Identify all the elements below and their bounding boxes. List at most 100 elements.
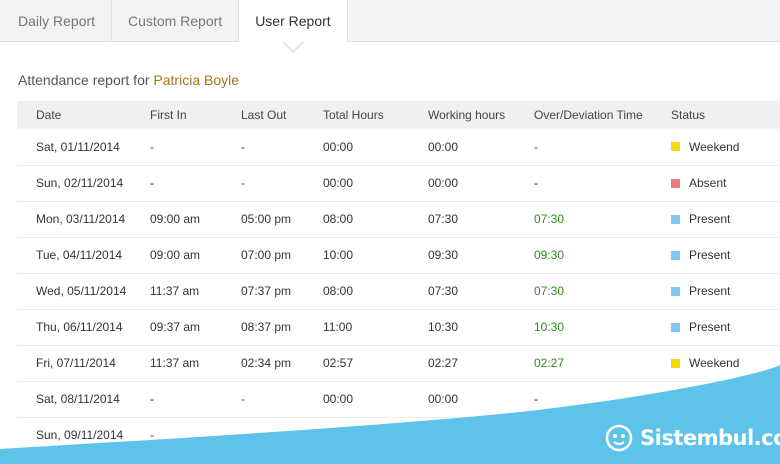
tab-label: Daily Report: [18, 12, 96, 29]
cell-total-hours: 00:00: [323, 139, 354, 154]
tab-label: User Report: [255, 13, 331, 29]
cell-total-hours: 02:57: [323, 356, 354, 370]
tab-custom-report[interactable]: Custom Report: [112, 0, 240, 41]
cell-total-hours: 00:00: [323, 428, 354, 442]
cell-last-out: 08:37 pm: [241, 320, 292, 334]
report-user-name: Patricia Boyle: [153, 72, 240, 88]
cell-status: Present: [671, 273, 780, 309]
status-label: Weekend: [689, 356, 740, 370]
table-row: Thu, 06/11/2014 09:37 am 08:37 pm 11:00 10:3…: [17, 309, 780, 345]
cell-status: Weekend: [671, 381, 780, 417]
cell-status: Weekend: [671, 129, 780, 165]
cell-date: Thu, 06/11/2014: [36, 320, 123, 334]
status-color-icon: [671, 394, 680, 404]
cell-working-hours: 07:30: [428, 212, 459, 226]
cell-date: Sat, 08/11/2014: [36, 392, 120, 406]
cell-deviation: -: [534, 139, 538, 154]
attendance-table: Date First In Last Out Total Hours Worki…: [17, 101, 780, 454]
cell-last-out: -: [241, 139, 245, 154]
status-color-icon: [671, 214, 680, 224]
status-label: Present: [689, 248, 731, 262]
brand-watermark-text: Sistembul.com: [640, 426, 780, 450]
status-color-icon: [671, 286, 680, 296]
report-tabs: Daily Report Custom Report User Report: [0, 0, 780, 53]
cell-working-hours: 02:27: [428, 356, 459, 370]
cell-last-out: -: [241, 392, 245, 406]
status-color-icon: [671, 142, 680, 152]
cell-first-in: -: [150, 176, 154, 190]
tab-daily-report[interactable]: Daily Report: [0, 0, 113, 41]
cell-total-hours: 08:00: [323, 284, 354, 298]
cell-total-hours: 08:00: [323, 212, 354, 226]
cell-last-out: 02:34 pm: [241, 356, 292, 370]
status-badge: Weekend: [671, 392, 780, 406]
cell-first-in: -: [150, 139, 154, 154]
column-header-last-out: Last Out: [241, 108, 287, 122]
status-color-icon: [671, 178, 680, 188]
status-label: Present: [689, 212, 731, 226]
status-badge: Present: [671, 248, 780, 262]
cell-deviation: -: [534, 392, 538, 406]
table-header-row: Date First In Last Out Total Hours Worki…: [17, 101, 780, 129]
column-header-status: Status: [671, 108, 706, 122]
cell-deviation: 07:30: [534, 212, 565, 226]
cell-first-in: 11:37 am: [150, 284, 200, 298]
column-header-date: Date: [36, 108, 62, 122]
status-label: Weekend: [689, 392, 740, 406]
cell-working-hours: 09:30: [428, 248, 459, 262]
cell-working-hours: 00:00: [428, 392, 459, 406]
cell-first-in: 09:00 am: [150, 248, 201, 262]
cell-deviation: 09:30: [534, 248, 565, 262]
cell-last-out: -: [241, 176, 245, 190]
table-row: Tue, 04/11/2014 09:00 am 07:00 pm 10:00 09:3…: [17, 237, 780, 273]
status-label: Weekend: [689, 139, 740, 154]
cell-first-in: 09:37 am: [150, 320, 201, 334]
cell-working-hours: 00:00: [428, 176, 459, 190]
cell-total-hours: 00:00: [323, 176, 354, 190]
cell-last-out: 07:37 pm: [241, 284, 292, 298]
cell-first-in: 09:00 am: [150, 212, 201, 226]
status-label: Absent: [689, 176, 727, 190]
tab-user-report[interactable]: User Report: [239, 0, 348, 53]
column-header-deviation: Over/Deviation Time: [534, 108, 643, 122]
cell-total-hours: 00:00: [323, 392, 354, 406]
cell-status: Present: [671, 309, 780, 345]
cell-date: Tue, 04/11/2014: [36, 248, 123, 262]
status-color-icon: [671, 358, 680, 368]
cell-deviation: 07:30: [534, 284, 565, 298]
cell-total-hours: 10:00: [323, 248, 354, 262]
status-badge: Absent: [671, 176, 780, 190]
cell-status: Absent: [671, 165, 780, 201]
cell-first-in: -: [150, 428, 154, 442]
cell-status: Present: [671, 237, 780, 273]
status-label: Present: [689, 284, 731, 298]
status-label: Present: [689, 320, 731, 334]
column-header-first-in: First In: [150, 108, 187, 122]
cell-date: Sat, 01/11/2014: [36, 139, 120, 154]
table-row: Wed, 05/11/2014 11:37 am 07:37 pm 08:00 07:3…: [17, 273, 780, 309]
status-badge: Present: [671, 284, 780, 298]
cell-working-hours: 07:30: [428, 284, 459, 298]
cell-working-hours: 00:00: [428, 139, 459, 154]
cell-working-hours: 10:30: [428, 320, 459, 334]
table-row: Fri, 07/11/2014 11:37 am 02:34 pm 02:57 02:2…: [17, 345, 780, 381]
cell-status: Weekend: [671, 345, 780, 381]
status-color-icon: [671, 322, 680, 332]
active-tab-caret-inner: [282, 41, 303, 51]
cell-last-out: 07:00 pm: [241, 248, 292, 262]
cell-deviation: -: [534, 176, 538, 190]
table-row: Mon, 03/11/2014 09:00 am 05:00 pm 08:00 07:3…: [17, 201, 780, 237]
cell-deviation: 02:27: [534, 356, 565, 370]
cell-date: Mon, 03/11/2014: [36, 212, 126, 226]
cell-first-in: -: [150, 392, 154, 406]
table-row: Sat, 01/11/2014 - - 00:00 00:00 - Weekend: [17, 129, 780, 165]
status-badge: Weekend: [671, 140, 780, 154]
report-title-prefix: Attendance report for: [18, 72, 150, 88]
cell-date: Sun, 02/11/2014: [36, 176, 124, 190]
status-badge: Weekend: [671, 356, 780, 370]
table-row: Sat, 08/11/2014 - - 00:00 00:00 - Weekend: [17, 381, 780, 417]
column-header-working-hours: Working hours: [428, 108, 506, 122]
brand-watermark: Sistembul.com: [604, 422, 780, 454]
cell-first-in: 11:37 am: [150, 356, 200, 370]
cell-working-hours: 00:00: [428, 428, 459, 442]
